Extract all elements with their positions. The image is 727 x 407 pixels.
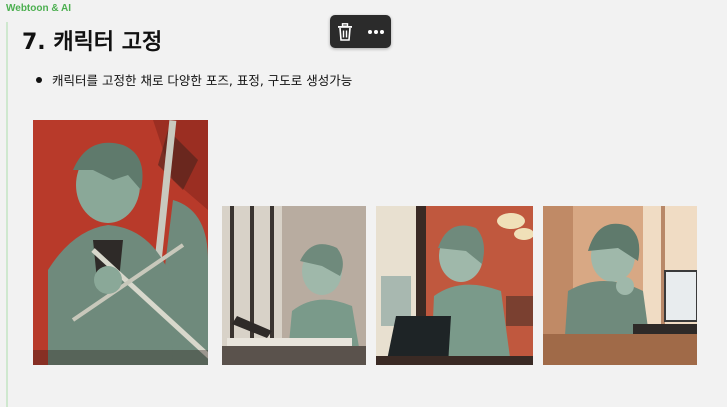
slide-page: Webtoon & AI 7. 캐릭터 고정 캐릭터를 고정한 채로 다양한 포… <box>0 0 727 407</box>
trash-icon <box>338 22 353 41</box>
bullet-dot <box>36 76 42 83</box>
character-image <box>33 120 208 365</box>
brand-label: Webtoon & AI <box>6 3 71 14</box>
slide-title[interactable]: 7. 캐릭터 고정 <box>22 24 162 56</box>
delete-button[interactable] <box>333 20 357 44</box>
character-image <box>222 206 366 365</box>
floating-toolbar <box>330 15 391 48</box>
more-horizontal-icon <box>367 29 384 34</box>
more-options-button[interactable] <box>364 20 388 44</box>
character-image-4[interactable] <box>543 206 697 365</box>
bullet-text: 캐릭터를 고정한 채로 다양한 포즈, 표정, 구도로 생성가능 <box>52 73 353 88</box>
character-image <box>376 206 533 365</box>
character-image <box>543 206 697 365</box>
character-image-2[interactable] <box>222 206 366 365</box>
bullet-list: 캐릭터를 고정한 채로 다양한 포즈, 표정, 구도로 생성가능 <box>36 70 352 89</box>
character-image-1[interactable] <box>33 120 208 365</box>
character-image-3[interactable] <box>376 206 533 365</box>
left-margin-rule <box>6 22 8 407</box>
bullet-item[interactable]: 캐릭터를 고정한 채로 다양한 포즈, 표정, 구도로 생성가능 <box>36 70 352 89</box>
